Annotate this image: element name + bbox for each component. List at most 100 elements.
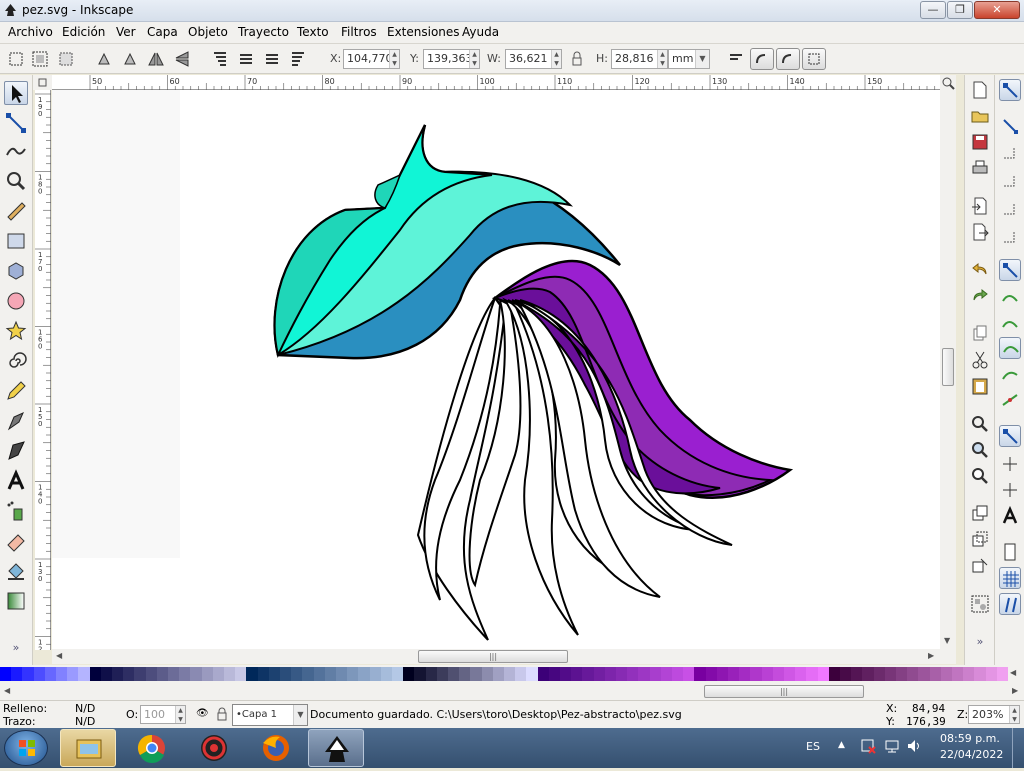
color-swatch[interactable] [56, 667, 68, 681]
minimize-button[interactable]: — [920, 1, 946, 19]
star-icon[interactable] [4, 319, 28, 343]
color-swatch[interactable] [67, 667, 79, 681]
snap-others-icon[interactable] [999, 425, 1021, 447]
color-swatch[interactable] [302, 667, 315, 681]
color-swatch[interactable] [11, 667, 23, 681]
color-swatch[interactable] [840, 667, 852, 681]
color-swatch[interactable] [627, 667, 639, 681]
chrome-taskbar-icon[interactable] [124, 729, 180, 767]
close-button[interactable]: ✕ [974, 1, 1020, 19]
lower-to-bottom-icon[interactable] [288, 49, 308, 69]
color-swatch[interactable] [190, 667, 203, 681]
color-swatch[interactable] [100, 667, 113, 681]
snap-smooth-icon[interactable] [999, 363, 1021, 385]
color-swatch[interactable] [403, 667, 415, 681]
measure-icon[interactable] [4, 199, 28, 223]
calligraphy-icon[interactable] [4, 439, 28, 463]
rotate-ccw-icon[interactable] [94, 49, 114, 69]
color-swatch[interactable] [358, 667, 371, 681]
color-swatch[interactable] [896, 667, 908, 681]
fish-drawing[interactable] [52, 90, 940, 650]
fill-value[interactable]: N/D [75, 702, 95, 715]
menu-objeto[interactable]: Objeto [188, 25, 228, 39]
snap-cusp-icon[interactable] [999, 337, 1021, 359]
color-swatch[interactable] [963, 667, 975, 681]
snap-bbox-edge-icon[interactable] [999, 143, 1021, 165]
color-swatch[interactable] [694, 667, 707, 681]
color-swatch[interactable] [369, 667, 382, 681]
menu-archivo[interactable]: Archivo [8, 25, 53, 39]
scroll-right-arrow-icon[interactable]: ▶ [928, 651, 934, 660]
import-icon[interactable] [969, 195, 991, 217]
menu-ayuda[interactable]: Ayuda [462, 25, 499, 39]
color-swatch[interactable] [907, 667, 919, 681]
menu-edicion[interactable]: Edición [62, 25, 105, 39]
spiral-icon[interactable] [4, 349, 28, 373]
scroll-left-arrow-icon[interactable]: ◀ [56, 651, 62, 660]
new-document-icon[interactable] [969, 79, 991, 101]
palette-scroll-thumb[interactable]: ||| [704, 685, 864, 698]
selector-icon[interactable] [4, 81, 28, 105]
color-swatch[interactable] [593, 667, 606, 681]
horizontal-scroll-thumb[interactable]: ||| [418, 650, 568, 663]
deselect-icon[interactable] [56, 49, 76, 69]
color-swatch[interactable] [492, 667, 505, 681]
color-swatch[interactable] [705, 667, 718, 681]
color-swatch[interactable] [582, 667, 595, 681]
color-swatch[interactable] [828, 667, 841, 681]
raise-icon[interactable] [236, 49, 256, 69]
snap-midpoint-icon[interactable] [999, 389, 1021, 411]
layer-visibility-icon[interactable]: 👁 [196, 708, 209, 719]
zoom-selection-icon[interactable] [969, 413, 991, 435]
snap-grid-icon[interactable] [999, 567, 1021, 589]
color-swatch[interactable] [324, 667, 337, 681]
color-swatch[interactable] [33, 667, 46, 681]
color-swatch[interactable] [504, 667, 516, 681]
file-explorer-taskbar-icon[interactable] [60, 729, 116, 767]
redo-icon[interactable] [969, 285, 991, 307]
color-swatch[interactable] [851, 667, 863, 681]
save-icon[interactable] [969, 131, 991, 153]
color-swatch[interactable] [672, 667, 684, 681]
color-swatch[interactable] [291, 667, 303, 681]
color-swatch[interactable] [638, 667, 651, 681]
color-swatch[interactable] [940, 667, 953, 681]
color-swatch[interactable] [313, 667, 326, 681]
color-swatch[interactable] [548, 667, 561, 681]
color-swatch[interactable] [806, 667, 819, 681]
color-swatch[interactable] [616, 667, 628, 681]
color-swatch[interactable] [604, 667, 617, 681]
color-swatch[interactable] [123, 667, 135, 681]
gradient-icon[interactable] [4, 589, 28, 613]
color-swatch[interactable] [268, 667, 281, 681]
color-swatch[interactable] [112, 667, 124, 681]
box3d-icon[interactable] [4, 259, 28, 283]
color-swatch[interactable] [784, 667, 796, 681]
color-swatch[interactable] [78, 667, 91, 681]
volume-icon[interactable] [906, 738, 922, 757]
color-swatch[interactable] [795, 667, 807, 681]
palette-menu-arrow-icon[interactable]: ◀ [1010, 668, 1016, 677]
lower-icon[interactable] [262, 49, 282, 69]
snap-bbox-icon[interactable] [999, 115, 1021, 137]
color-swatch[interactable] [716, 667, 729, 681]
open-icon[interactable] [969, 105, 991, 127]
color-swatch[interactable] [884, 667, 897, 681]
color-swatch[interactable] [425, 667, 438, 681]
color-swatch[interactable] [201, 667, 214, 681]
print-icon[interactable] [969, 157, 991, 179]
snap-text-baseline-icon[interactable] [999, 505, 1021, 527]
color-swatch[interactable] [728, 667, 740, 681]
color-swatch[interactable] [537, 667, 550, 681]
scroll-down-arrow-icon[interactable]: ▼ [944, 636, 950, 645]
pencil-icon[interactable] [4, 379, 28, 403]
color-swatch[interactable] [89, 667, 102, 681]
eraser-icon[interactable] [4, 529, 28, 553]
zoom-page-icon[interactable] [969, 465, 991, 487]
copy-icon[interactable] [969, 323, 991, 345]
color-swatch[interactable] [649, 667, 662, 681]
color-swatch[interactable] [336, 667, 348, 681]
color-swatch[interactable] [168, 667, 180, 681]
group-icon[interactable] [969, 593, 991, 615]
color-swatch[interactable] [224, 667, 236, 681]
